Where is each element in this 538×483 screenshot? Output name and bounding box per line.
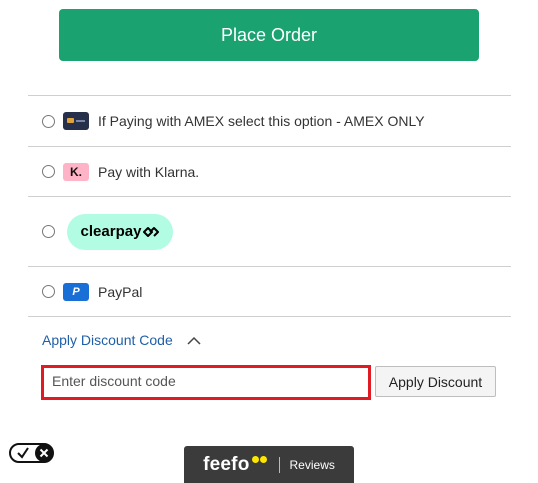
- consent-toggle[interactable]: [9, 443, 54, 463]
- chevron-up-icon: [187, 336, 201, 345]
- payment-option-amex[interactable]: If Paying with AMEX select this option -…: [28, 95, 511, 146]
- apply-discount-toggle[interactable]: Apply Discount Code: [42, 332, 201, 348]
- feefo-eyes-icon: [251, 456, 267, 463]
- close-icon: [39, 448, 49, 458]
- apply-discount-button[interactable]: Apply Discount: [375, 366, 496, 397]
- feefo-logo: feefo: [203, 453, 250, 475]
- clearpay-logo-text: clearpay: [80, 223, 142, 240]
- klarna-option-label: Pay with Klarna.: [98, 163, 200, 180]
- feefo-reviews-label: Reviews: [289, 457, 335, 472]
- payment-option-paypal[interactable]: P PayPal: [28, 266, 511, 317]
- amex-radio[interactable]: [42, 114, 55, 128]
- payment-methods-list: If Paying with AMEX select this option -…: [28, 95, 511, 317]
- apply-discount-label: Apply Discount Code: [42, 332, 173, 348]
- payment-option-clearpay[interactable]: clearpay: [28, 196, 511, 266]
- paypal-option-label: PayPal: [98, 283, 143, 300]
- amex-card-icon: [63, 112, 89, 130]
- clearpay-logo: clearpay: [67, 213, 173, 250]
- amex-option-label: If Paying with AMEX select this option -…: [98, 113, 425, 129]
- payment-option-klarna[interactable]: K. Pay with Klarna.: [28, 146, 511, 196]
- discount-code-input[interactable]: [41, 365, 371, 400]
- klarna-icon: K.: [63, 162, 89, 181]
- paypal-radio[interactable]: [42, 285, 55, 298]
- check-icon: [17, 447, 29, 459]
- feefo-reviews-badge[interactable]: feefo Reviews: [184, 446, 354, 483]
- feefo-divider: [278, 456, 280, 473]
- klarna-radio[interactable]: [42, 165, 55, 178]
- consent-toggle-knob: [35, 444, 53, 462]
- paypal-icon: P: [63, 282, 89, 301]
- clearpay-radio[interactable]: [42, 225, 55, 238]
- place-order-button[interactable]: Place Order: [59, 9, 479, 61]
- clearpay-arrows-icon: [143, 226, 160, 237]
